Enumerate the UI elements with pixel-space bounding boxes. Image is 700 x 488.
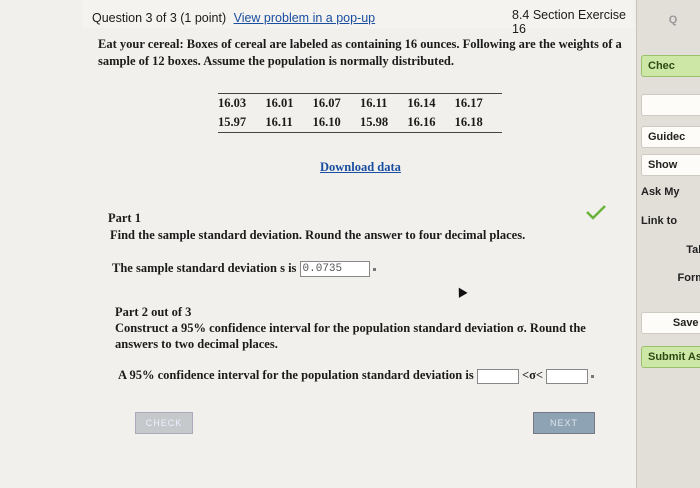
download-data-link[interactable]: Download data [320, 160, 401, 175]
ci-symbol: <σ< [521, 368, 543, 382]
table-cell: 16.07 [312, 96, 341, 110]
table-cell: 16.11 [265, 115, 293, 129]
sidebar-q-label: Q [668, 14, 678, 26]
part1-question: Find the sample standard deviation. Roun… [110, 228, 526, 242]
mouse-cursor-icon [454, 285, 468, 298]
next-button[interactable]: NEXT [533, 412, 595, 434]
sd-answer-row: The sample standard deviation s is 0.073… [112, 261, 376, 278]
part2-question: Construct a 95% confidence interval for … [115, 321, 586, 351]
table-row: 16.03 16.01 16.07 16.11 16.14 16.17 [218, 94, 502, 113]
field-dot-icon [591, 374, 595, 378]
table-cell: 16.03 [218, 96, 247, 110]
correct-check-icon [586, 205, 606, 220]
submit-assignment-button[interactable]: Submit Ass [641, 346, 700, 368]
part1-title: Part 1 [108, 211, 141, 225]
ci-upper-input[interactable] [546, 368, 589, 384]
section-title: 8.4 Section Exercise 16 [512, 8, 626, 36]
formula-link[interactable]: Form [641, 272, 700, 284]
table-cell: 16.18 [454, 115, 483, 129]
table-cell: 15.97 [218, 115, 247, 129]
ci-lower-input[interactable] [476, 368, 519, 384]
ask-instructor-link[interactable]: Ask My [641, 186, 700, 198]
table-cell: 16.11 [359, 96, 388, 110]
sidebar-s-button[interactable]: S [641, 94, 700, 116]
table-row: 15.97 16.11 16.10 15.98 16.16 16.18 [218, 113, 502, 132]
table-cell: 16.10 [312, 115, 341, 129]
question-header: Question 3 of 3 (1 point) View problem i… [92, 11, 375, 25]
table-link[interactable]: Tab [641, 244, 700, 256]
link-to-text[interactable]: Link to [641, 215, 700, 227]
table-cell: 16.16 [407, 115, 436, 129]
problem-text: Eat your cereal: Boxes of cereal are lab… [98, 37, 622, 68]
part2-title: Part 2 out of 3 [115, 305, 192, 319]
table-cell: 16.01 [265, 96, 294, 110]
show-me-button[interactable]: Show [641, 154, 700, 176]
sidebar: Q Chec S Guidec Show Ask My Link to Tab … [636, 0, 700, 488]
table-cell: 15.98 [359, 115, 389, 129]
check-answer-button[interactable]: Chec [641, 55, 700, 77]
popup-link[interactable]: View problem in a pop-up [234, 11, 376, 25]
question-number: Question 3 of 3 (1 point) [92, 11, 227, 25]
check-button[interactable]: CHECK [135, 412, 193, 434]
field-dot-icon [372, 267, 376, 271]
data-table: 16.03 16.01 16.07 16.11 16.14 16.17 15.9… [218, 93, 502, 133]
guided-solution-button[interactable]: Guidec [641, 126, 700, 148]
sd-answer-label: The sample standard deviation s is [112, 261, 297, 275]
question-panel: Question 3 of 3 (1 point) View problem i… [0, 0, 636, 488]
ci-answer-row: A 95% confidence interval for the popula… [118, 368, 595, 384]
ci-label: A 95% confidence interval for the popula… [118, 368, 474, 382]
save-button[interactable]: Save fo [641, 312, 700, 334]
table-cell: 16.17 [454, 96, 483, 110]
sd-answer-field[interactable]: 0.0735 [299, 261, 370, 278]
table-cell: 16.14 [407, 96, 436, 110]
